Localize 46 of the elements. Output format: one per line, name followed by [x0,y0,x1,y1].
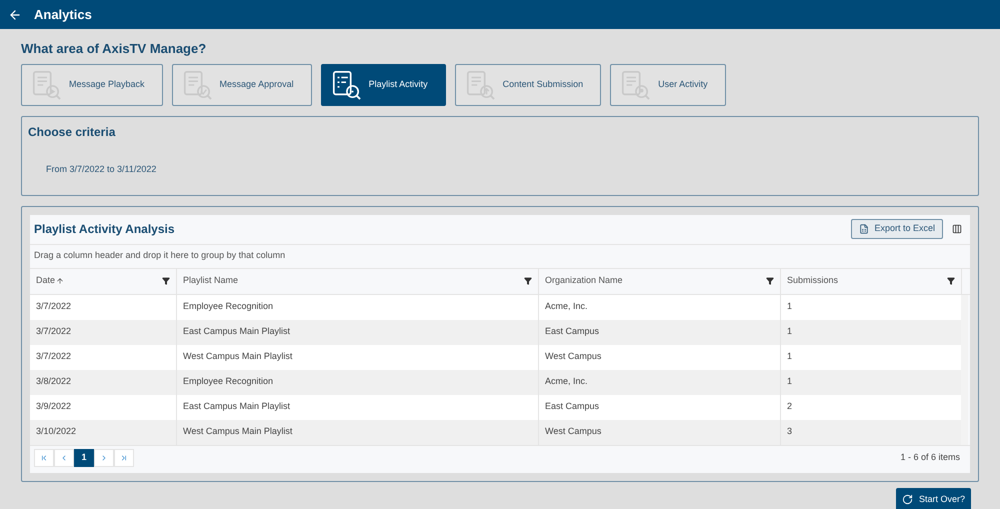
table-cell-text: 3/9/2022 [35,400,72,414]
column-header[interactable]: Organization Name [538,268,780,294]
filter-icon [524,277,532,285]
document-search-icon [182,68,212,100]
last-page-button[interactable] [114,448,134,466]
table-cell-text: 3/10/2022 [35,425,78,438]
refresh-icon [902,494,913,505]
spreadsheet-icon [859,224,870,234]
page-title: Analytics [34,6,92,24]
table-cell-text: 3/7/2022 [35,350,72,364]
first-page-icon [40,454,48,462]
first-page-button[interactable] [34,448,54,466]
filter-icon [162,277,170,285]
area-tile[interactable]: User Activity [610,64,726,106]
filter-icon [766,277,774,285]
export-button[interactable]: Export to Excel [851,219,943,239]
document-search-icon [330,68,361,100]
area-tile[interactable]: Message Playback [21,64,163,106]
date-range: From 3/7/2022 to 3/11/2022 [46,162,158,176]
columns-icon[interactable] [952,224,962,234]
section-heading: What area of AxisTV Manage? [21,40,208,58]
table-cell-text: 3/7/2022 [35,300,72,314]
column-header[interactable]: Submissions [780,268,961,294]
document-search-icon [464,68,495,100]
criteria-title: Choose criteria [28,124,116,140]
area-tile[interactable]: Content Submission [454,64,602,106]
next-icon [100,454,108,462]
area-tile[interactable]: Playlist Activity [320,64,446,106]
area-tile[interactable]: Message Approval [172,64,312,106]
document-search-icon [31,68,61,100]
next-page-button[interactable] [94,448,114,466]
previous-page-button[interactable] [54,448,74,466]
last-page-icon [120,454,128,462]
previous-icon [60,454,68,462]
grid-title: Playlist Activity Analysis [34,221,176,238]
page-button[interactable]: 1 [74,448,94,466]
column-header[interactable]: Playlist Name [176,268,538,294]
table-cell-text: 3/7/2022 [35,325,72,338]
pager-summary: 1 - 6 of 6 items [900,450,960,464]
column-header[interactable]: Date [30,268,176,294]
start-over-button[interactable]: Start Over? [896,488,971,509]
scrollbar[interactable] [961,294,968,444]
group-hint: Drag a column header and drop it here to group by that column [34,249,286,262]
filter-icon [947,277,955,285]
back-icon[interactable] [8,8,22,22]
table-cell-text: 3/8/2022 [35,375,72,388]
